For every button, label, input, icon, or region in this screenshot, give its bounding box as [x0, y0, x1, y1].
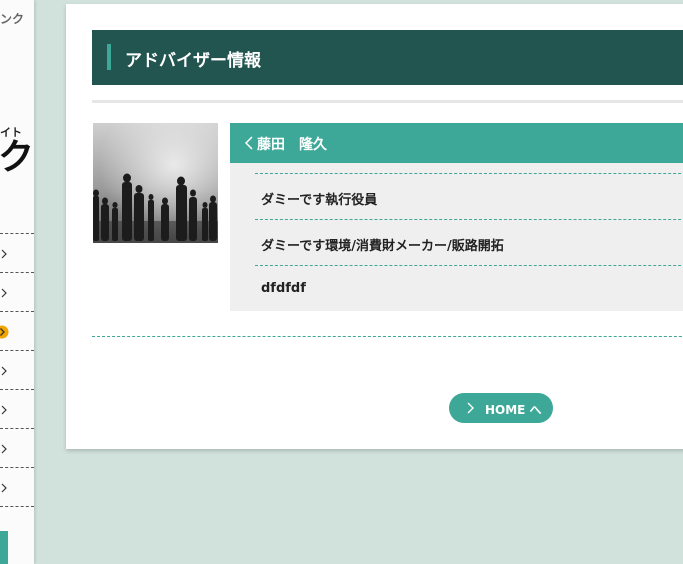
sidebar-divider — [0, 272, 34, 273]
home-button[interactable]: HOME へ — [449, 393, 553, 423]
people-silhouette-photo-icon — [93, 123, 218, 243]
sidebar-divider — [0, 233, 34, 234]
sidebar-divider — [0, 389, 34, 390]
profile-field-row: dfdfdf — [255, 265, 683, 311]
sidebar-green-button[interactable] — [0, 531, 8, 564]
sidebar-top-link-text[interactable]: ンク — [0, 10, 24, 27]
advisor-position: ダミーです執行役員 — [261, 193, 378, 208]
chevron-right-icon[interactable] — [0, 483, 9, 493]
chevron-left-icon — [244, 136, 253, 150]
sidebar-divider — [0, 467, 34, 468]
title-underline — [92, 100, 683, 103]
chevron-right-icon — [467, 402, 474, 414]
active-chevron-right-icon[interactable] — [0, 325, 9, 339]
sidebar-divider — [0, 506, 34, 507]
profile-field-row: ダミーです環境/消費財メーカー/販路開拓 — [255, 219, 683, 265]
advisor-expertise: ダミーです環境/消費財メーカー/販路開拓 — [261, 239, 504, 254]
sidebar-divider — [0, 428, 34, 429]
home-button-label: HOME へ — [485, 403, 542, 417]
dashed-divider — [255, 265, 683, 266]
advisor-name: 藤田 隆久 — [257, 137, 327, 153]
advisor-note: dfdfdf — [261, 281, 306, 296]
page-title-bar: アドバイザー情報 — [92, 30, 683, 85]
section-dashed-divider — [92, 336, 683, 337]
chevron-right-icon[interactable] — [0, 366, 9, 376]
sidebar: ンク イト ク — [0, 0, 34, 564]
advisor-name-bar[interactable]: 藤田 隆久 — [230, 123, 683, 163]
dashed-divider — [255, 173, 683, 174]
profile-field-row: ダミーです執行役員 — [255, 173, 683, 219]
advisor-profile-panel: 藤田 隆久 ダミーです執行役員 ダミーです環境/消費財メーカー/販路開拓 dfd… — [230, 123, 683, 311]
sidebar-brand[interactable]: ク — [0, 140, 34, 176]
sidebar-divider — [0, 350, 34, 351]
chevron-right-icon[interactable] — [0, 249, 9, 259]
chevron-right-icon[interactable] — [0, 288, 9, 298]
chevron-right-icon[interactable] — [0, 405, 9, 415]
page-title: アドバイザー情報 — [125, 51, 261, 71]
sidebar-divider — [0, 311, 34, 312]
advisor-photo — [93, 123, 218, 243]
chevron-right-icon[interactable] — [0, 444, 9, 454]
dashed-divider — [255, 219, 683, 220]
content-card: アドバイザー情報 藤田 隆久 ダミーです執行役員 ダミーです環境/消費財メーカー… — [66, 4, 683, 449]
title-accent-bar — [107, 44, 111, 70]
